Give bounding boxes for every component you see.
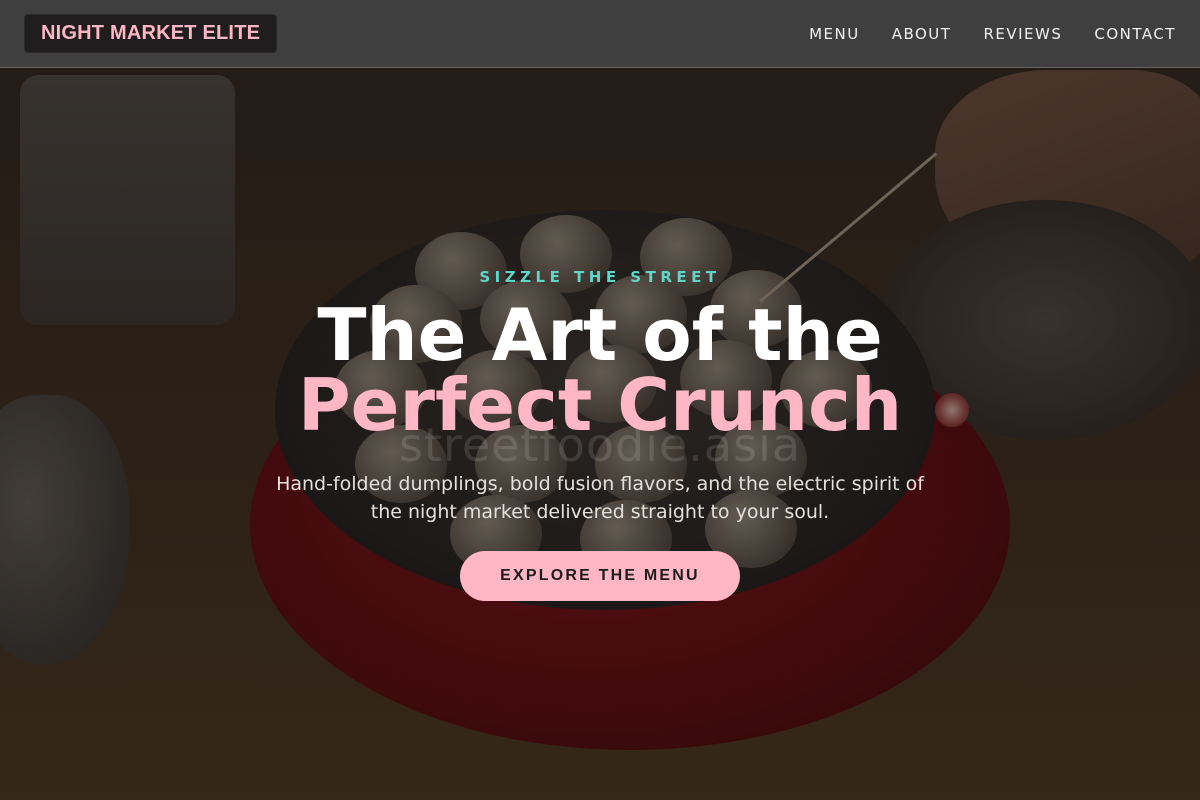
top-navbar: NIGHT MARKET ELITE MENU ABOUT REVIEWS CO…	[0, 0, 1200, 68]
nav-item-menu[interactable]: MENU	[809, 25, 860, 43]
brand-logo[interactable]: NIGHT MARKET ELITE	[24, 14, 278, 53]
hero-title-line1: The Art of the	[317, 293, 883, 377]
hero-title: The Art of the Perfect Crunch	[0, 293, 1200, 447]
hero-content: SIZZLE THE STREET The Art of the Perfect…	[0, 268, 1200, 601]
nav-item-about[interactable]: ABOUT	[892, 25, 952, 43]
hero-kicker: SIZZLE THE STREET	[479, 268, 721, 286]
hero-title-line2: Perfect Crunch	[297, 363, 903, 447]
nav-item-contact[interactable]: CONTACT	[1094, 25, 1176, 43]
nav-item-reviews[interactable]: REVIEWS	[983, 25, 1062, 43]
explore-menu-button[interactable]: EXPLORE THE MENU	[460, 551, 740, 601]
hero-description: Hand-folded dumplings, bold fusion flavo…	[276, 473, 924, 523]
nav-links: MENU ABOUT REVIEWS CONTACT	[809, 25, 1176, 43]
